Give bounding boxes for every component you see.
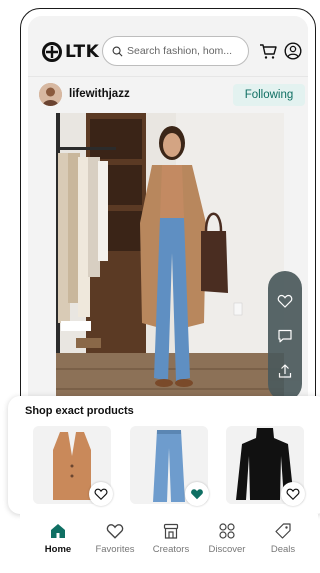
nav-favorites[interactable]: Favorites — [89, 522, 141, 555]
nav-discover[interactable]: Discover — [201, 522, 253, 555]
favorite-turtleneck-button[interactable] — [281, 482, 305, 506]
account-icon[interactable] — [284, 42, 302, 60]
discover-icon — [219, 523, 235, 539]
bottom-nav: Home Favorites Creators Discover Deals — [20, 514, 318, 573]
creator-bar: lifewithjazz Following — [28, 76, 308, 113]
search-bar[interactable] — [102, 36, 249, 66]
nav-home[interactable]: Home — [32, 522, 84, 555]
outfit-photo-illustration — [56, 113, 284, 408]
creator-name[interactable]: lifewithjazz — [69, 88, 130, 100]
app-header: LTK — [28, 16, 308, 76]
share-icon[interactable] — [277, 363, 293, 379]
search-icon — [112, 46, 123, 56]
nav-home-label: Home — [44, 544, 72, 555]
heart-icon — [106, 524, 124, 539]
creators-icon — [163, 523, 179, 539]
heart-filled-icon — [191, 489, 203, 500]
shop-section-title: Shop exact products — [25, 405, 134, 417]
logo-text: LTK — [65, 42, 100, 62]
search-input[interactable] — [127, 45, 245, 57]
favorite-jeans-button[interactable] — [185, 482, 209, 506]
post-action-rail — [268, 271, 302, 401]
comment-icon[interactable] — [277, 328, 293, 344]
post-photo[interactable] — [56, 113, 284, 408]
heart-outline-icon — [94, 488, 108, 501]
nav-deals[interactable]: Deals — [257, 522, 309, 555]
following-button[interactable]: Following — [233, 84, 305, 106]
nav-creators-label: Creators — [152, 544, 190, 555]
ltk-logo[interactable]: LTK — [42, 42, 99, 62]
cart-icon[interactable] — [259, 42, 277, 60]
heart-icon[interactable] — [277, 293, 293, 309]
nav-deals-label: Deals — [270, 544, 296, 555]
nav-creators[interactable]: Creators — [145, 522, 197, 555]
nav-favorites-label: Favorites — [95, 544, 135, 555]
creator-avatar[interactable] — [39, 83, 62, 106]
heart-outline-icon — [286, 488, 300, 501]
favorite-coat-button[interactable] — [89, 482, 113, 506]
home-icon — [51, 524, 65, 538]
ltk-logo-icon — [42, 42, 62, 62]
tag-icon — [275, 523, 291, 539]
nav-discover-label: Discover — [208, 544, 246, 555]
